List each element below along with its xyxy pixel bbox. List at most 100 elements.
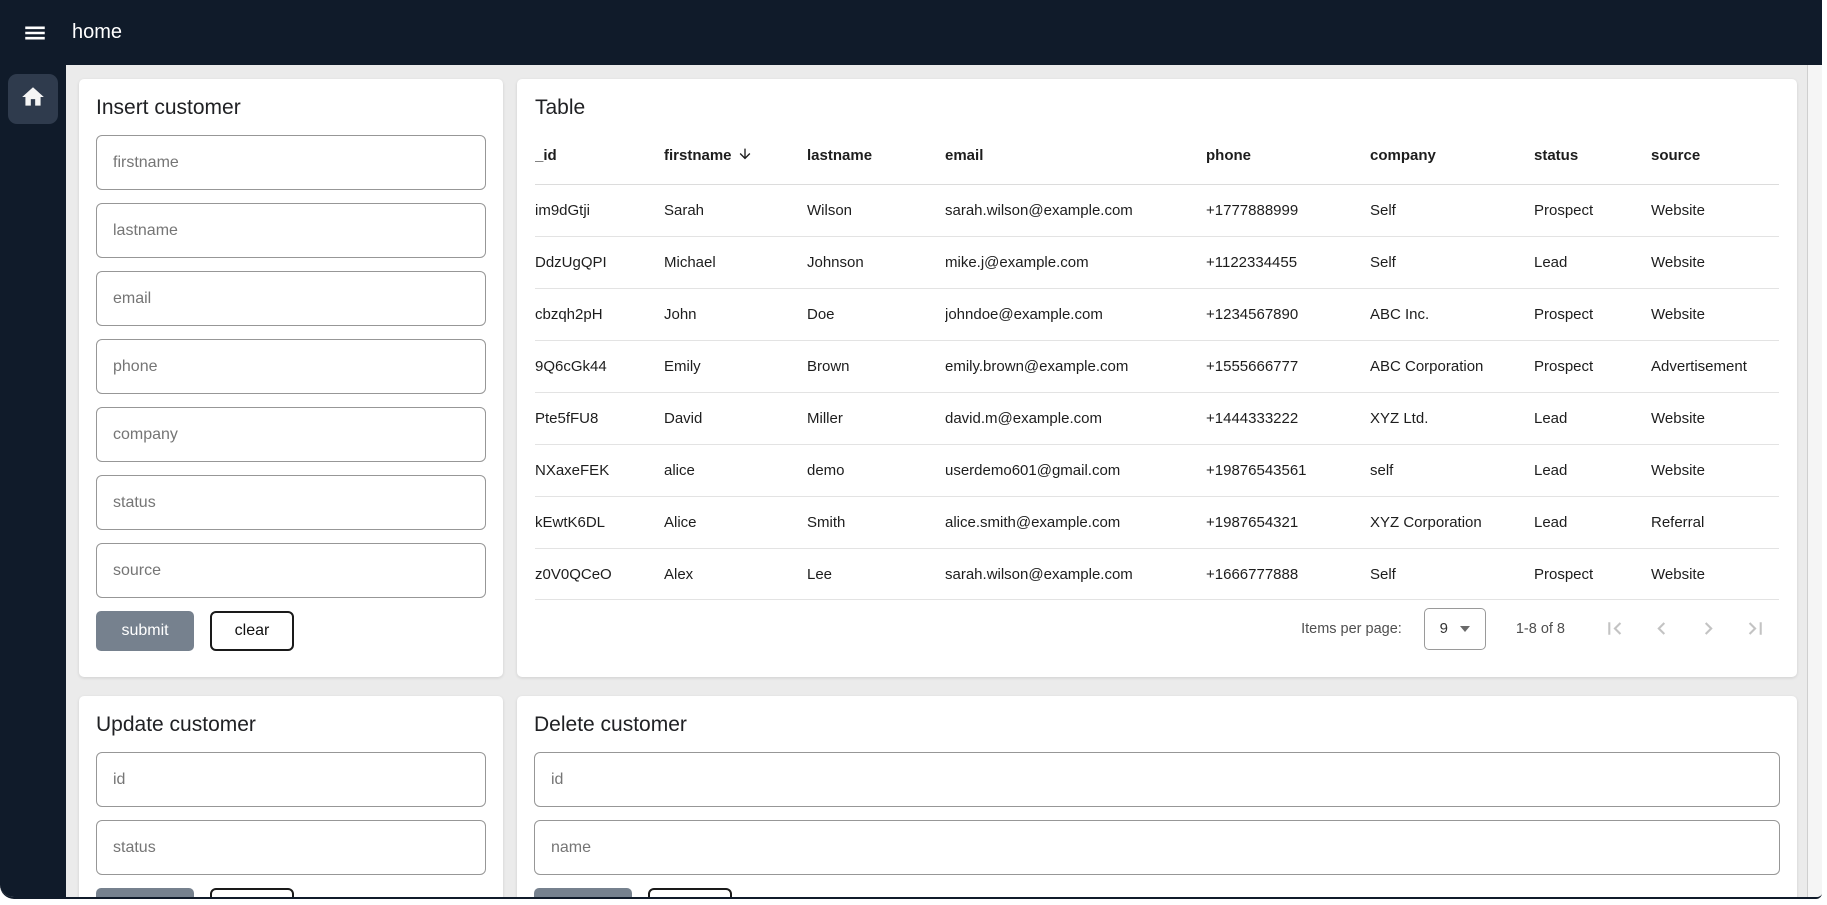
delete-customer-form: [534, 752, 1780, 875]
cell-phone: +19876543561: [1206, 444, 1370, 496]
cell-status: Prospect: [1534, 288, 1651, 340]
delete-submit-button[interactable]: submit: [534, 888, 632, 897]
first-page-button[interactable]: [1591, 605, 1638, 652]
paginator-nav: [1591, 605, 1779, 652]
delete-name-input[interactable]: [534, 820, 1780, 875]
insert-lastname-input[interactable]: [96, 203, 486, 258]
column-header-phone[interactable]: phone: [1206, 128, 1370, 184]
last-page-button[interactable]: [1732, 605, 1779, 652]
table-row: NXaxeFEKalicedemouserdemo601@gmail.com+1…: [535, 444, 1779, 496]
cell-id: 9Q6cGk44: [535, 340, 664, 392]
column-header-firstname[interactable]: firstname: [664, 128, 807, 184]
cell-lastname: Doe: [807, 288, 945, 340]
cell-company: Self: [1370, 548, 1534, 600]
update-status-input[interactable]: [96, 820, 486, 875]
cell-company: self: [1370, 444, 1534, 496]
page-size-select[interactable]: 9: [1424, 608, 1486, 650]
cell-id: Pte5fFU8: [535, 392, 664, 444]
cell-email: sarah.wilson@example.com: [945, 548, 1206, 600]
insert-clear-button[interactable]: clear: [210, 611, 294, 651]
cell-company: XYZ Corporation: [1370, 496, 1534, 548]
insert-email-input[interactable]: [96, 271, 486, 326]
cell-firstname: Emily: [664, 340, 807, 392]
cell-phone: +1444333222: [1206, 392, 1370, 444]
cell-lastname: Lee: [807, 548, 945, 600]
cell-firstname: Alex: [664, 548, 807, 600]
main-content: Insert customer submit clear Table _idfi…: [66, 65, 1822, 897]
column-header-label: phone: [1206, 147, 1251, 164]
sidebar-item-home[interactable]: [8, 74, 58, 124]
cell-lastname: Smith: [807, 496, 945, 548]
column-header-email[interactable]: email: [945, 128, 1206, 184]
table-row: cbzqh2pHJohnDoejohndoe@example.com+12345…: [535, 288, 1779, 340]
chevron-right-icon: [1696, 616, 1721, 641]
update-submit-button[interactable]: submit: [96, 888, 194, 897]
column-header-source[interactable]: source: [1651, 128, 1779, 184]
cell-lastname: Johnson: [807, 236, 945, 288]
cell-phone: +1555666777: [1206, 340, 1370, 392]
column-header-label: company: [1370, 147, 1436, 164]
cell-source: Website: [1651, 288, 1779, 340]
update-clear-button[interactable]: clear: [210, 888, 294, 897]
table-row: 9Q6cGk44EmilyBrownemily.brown@example.co…: [535, 340, 1779, 392]
insert-company-input[interactable]: [96, 407, 486, 462]
cell-email: alice.smith@example.com: [945, 496, 1206, 548]
insert-firstname-input[interactable]: [96, 135, 486, 190]
previous-page-button[interactable]: [1638, 605, 1685, 652]
cell-firstname: Alice: [664, 496, 807, 548]
table-paginator: Items per page: 9 1-8 of 8: [535, 599, 1779, 657]
cell-email: mike.j@example.com: [945, 236, 1206, 288]
table-row: Pte5fFU8DavidMillerdavid.m@example.com+1…: [535, 392, 1779, 444]
page-size-value: 9: [1440, 620, 1448, 637]
insert-customer-card: Insert customer submit clear: [79, 79, 503, 677]
insert-submit-button[interactable]: submit: [96, 611, 194, 651]
column-header-label: source: [1651, 147, 1700, 164]
column-header-status[interactable]: status: [1534, 128, 1651, 184]
insert-customer-title: Insert customer: [96, 96, 486, 120]
cell-status: Lead: [1534, 496, 1651, 548]
cell-company: ABC Inc.: [1370, 288, 1534, 340]
cell-source: Website: [1651, 236, 1779, 288]
insert-source-input[interactable]: [96, 543, 486, 598]
insert-status-input[interactable]: [96, 475, 486, 530]
cell-firstname: Michael: [664, 236, 807, 288]
delete-id-input[interactable]: [534, 752, 1780, 807]
page-range-label: 1-8 of 8: [1516, 621, 1565, 637]
cell-status: Lead: [1534, 392, 1651, 444]
menu-icon[interactable]: [12, 10, 58, 56]
cell-id: cbzqh2pH: [535, 288, 664, 340]
app-window: home Insert customer submit clear Table: [0, 0, 1822, 899]
column-header-id[interactable]: _id: [535, 128, 664, 184]
update-customer-card: Update customer submit clear: [79, 696, 503, 897]
column-header-lastname[interactable]: lastname: [807, 128, 945, 184]
table-card: Table _idfirstname lastname emailphone comp…: [517, 79, 1797, 677]
table-title: Table: [535, 96, 1779, 120]
cell-email: userdemo601@gmail.com: [945, 444, 1206, 496]
cell-source: Website: [1651, 184, 1779, 236]
column-header-label: firstname: [664, 147, 732, 164]
cell-company: Self: [1370, 184, 1534, 236]
vertical-scrollbar[interactable]: [1807, 65, 1822, 897]
cell-phone: +1234567890: [1206, 288, 1370, 340]
column-header-company[interactable]: company: [1370, 128, 1534, 184]
next-page-button[interactable]: [1685, 605, 1732, 652]
cell-status: Lead: [1534, 236, 1651, 288]
cell-source: Website: [1651, 444, 1779, 496]
update-id-input[interactable]: [96, 752, 486, 807]
cell-status: Prospect: [1534, 340, 1651, 392]
table-row: z0V0QCeOAlexLeesarah.wilson@example.com+…: [535, 548, 1779, 600]
chevron-down-icon: [1460, 626, 1470, 632]
cell-firstname: alice: [664, 444, 807, 496]
cell-lastname: Miller: [807, 392, 945, 444]
cell-company: XYZ Ltd.: [1370, 392, 1534, 444]
update-customer-title: Update customer: [96, 713, 486, 737]
cell-lastname: demo: [807, 444, 945, 496]
insert-phone-input[interactable]: [96, 339, 486, 394]
column-header-label: lastname: [807, 147, 872, 164]
cell-phone: +1777888999: [1206, 184, 1370, 236]
cell-status: Lead: [1534, 444, 1651, 496]
cell-source: Advertisement: [1651, 340, 1779, 392]
delete-clear-button[interactable]: clear: [648, 888, 732, 897]
cell-firstname: John: [664, 288, 807, 340]
last-page-icon: [1743, 616, 1768, 641]
